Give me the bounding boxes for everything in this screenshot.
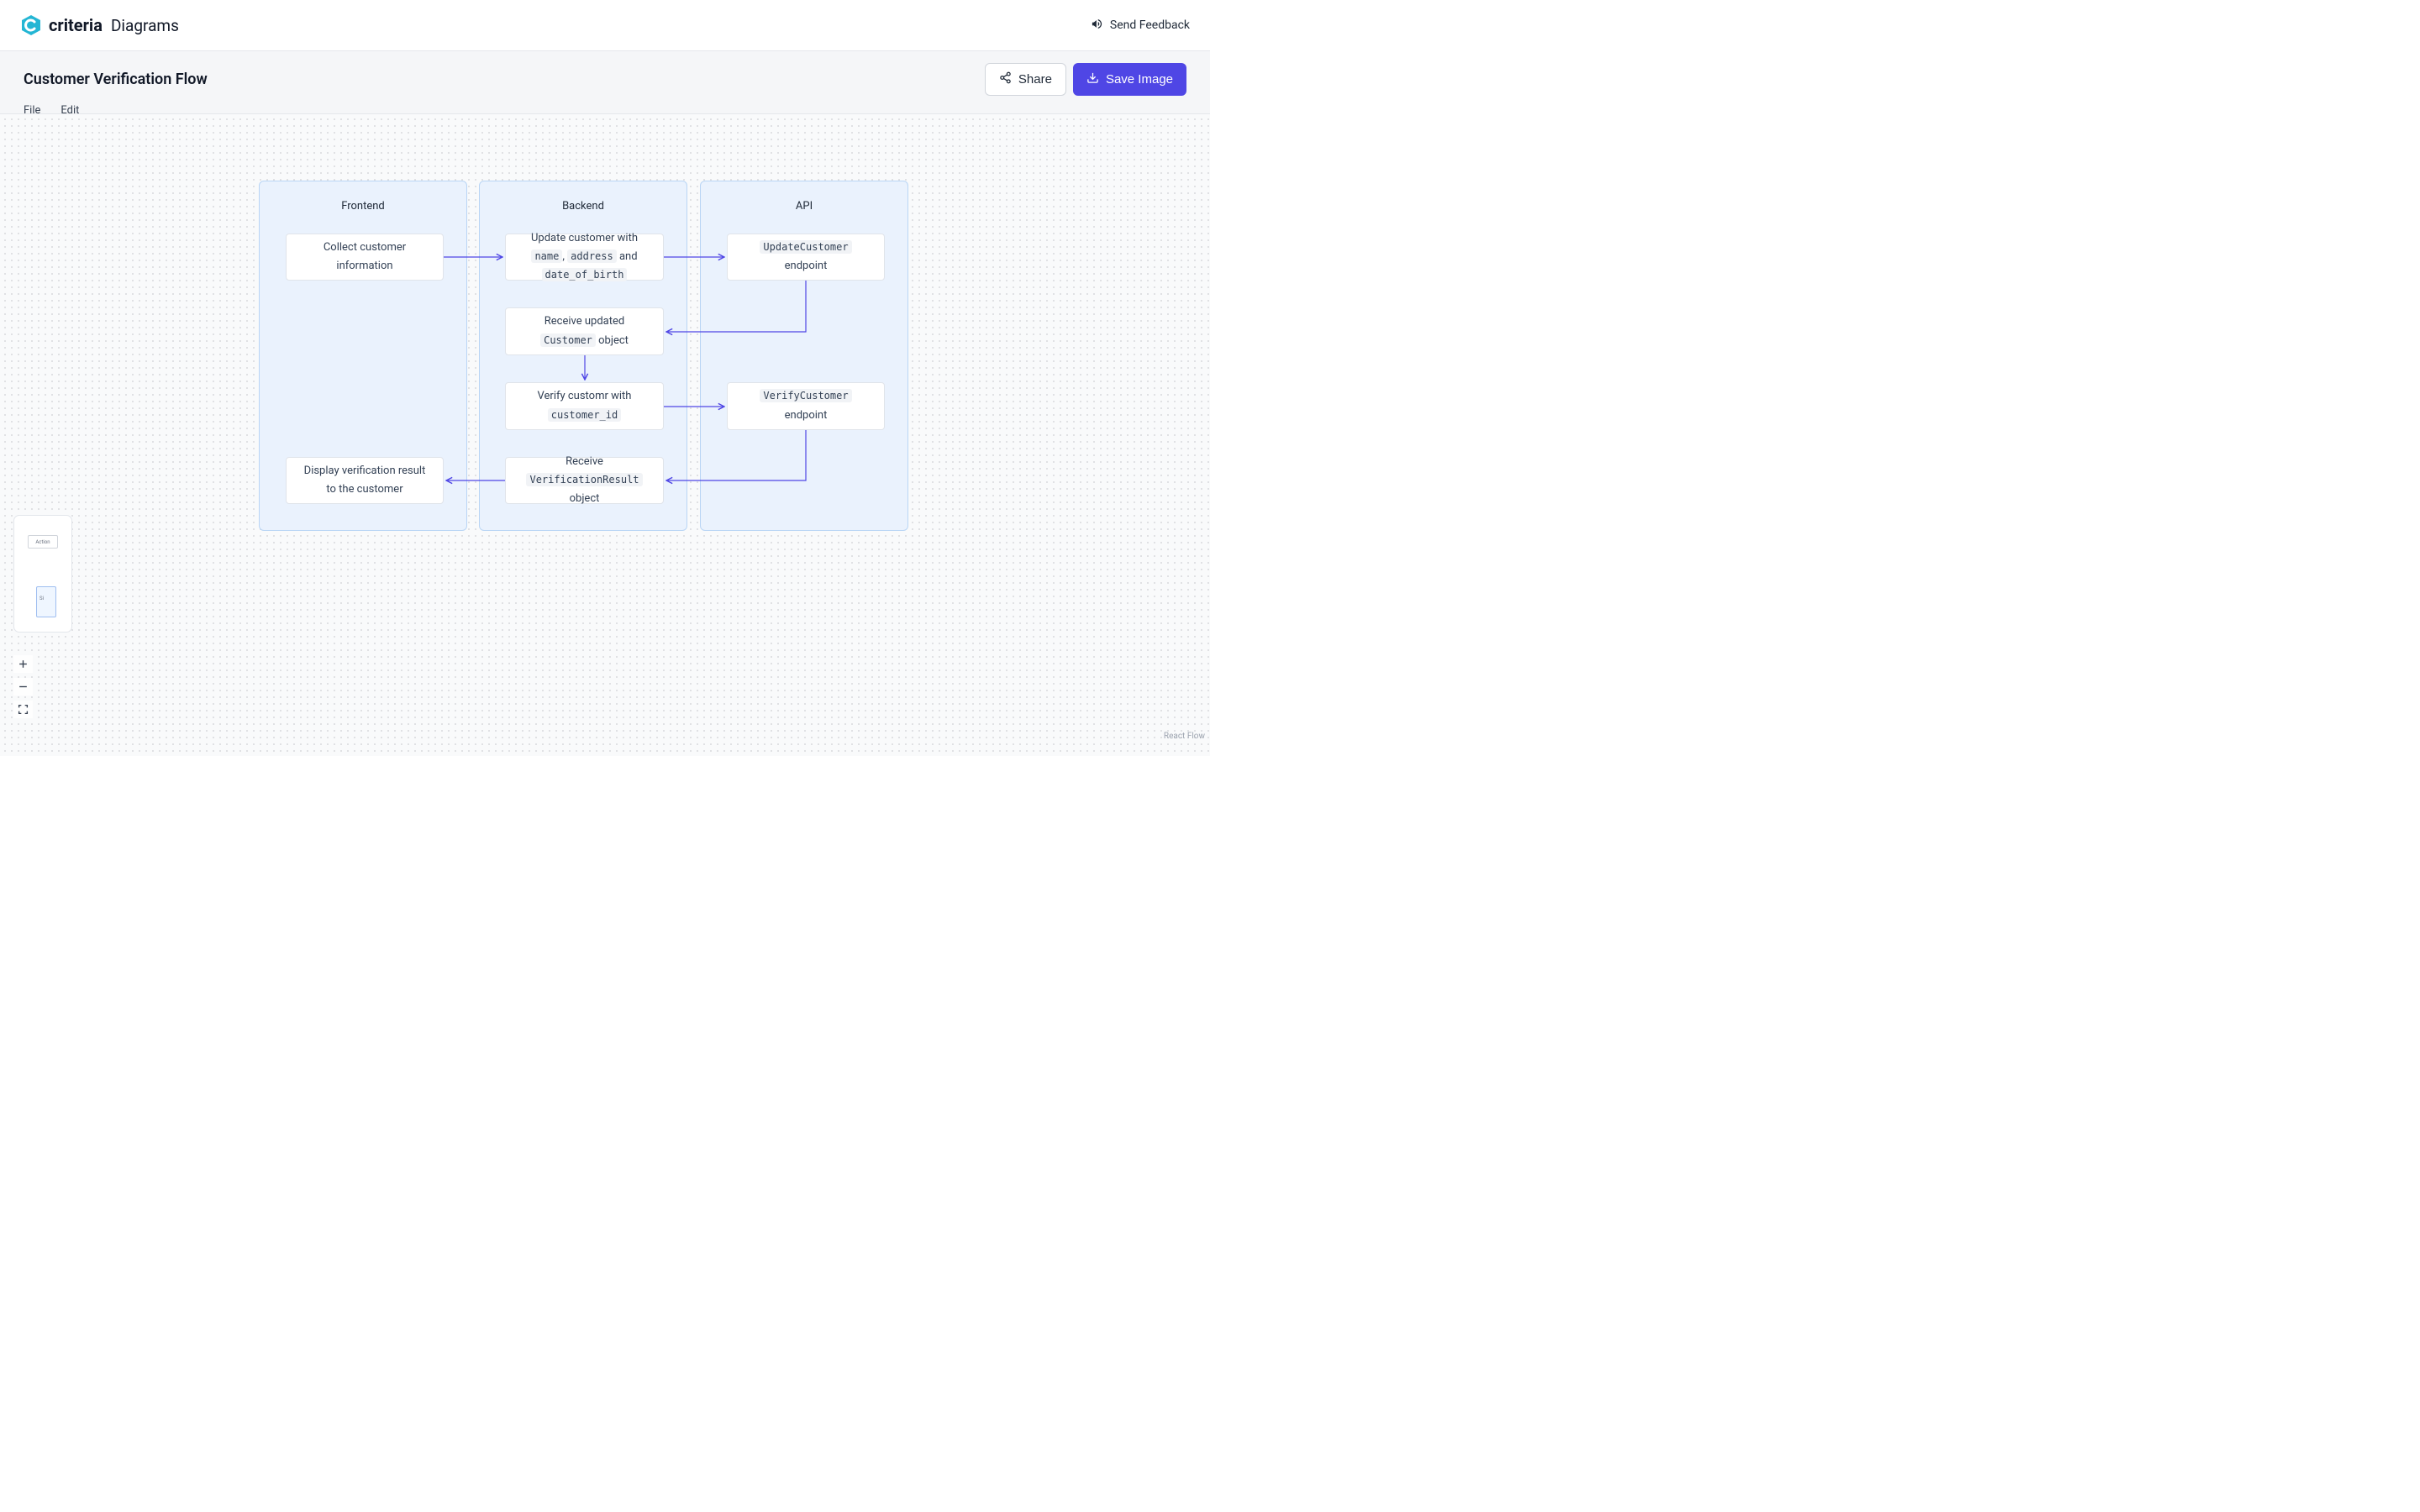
node-endpoint-update[interactable]: UpdateCustomer endpoint [727,234,885,281]
node-display[interactable]: Display verification result to the custo… [286,457,444,504]
node-update-text: Update customer with name, address and d… [518,229,651,285]
node-receive-customer[interactable]: Receive updated Customer object [505,307,664,355]
node-endpoint-update-text: UpdateCustomer endpoint [739,239,872,276]
save-label: Save Image [1106,72,1173,87]
node-receive-customer-text: Receive updated Customer object [518,312,651,349]
share-icon [999,71,1012,87]
diagram-title: Customer Verification Flow [24,71,208,88]
feedback-label: Send Feedback [1110,18,1190,32]
brand-name: criteria [49,15,103,35]
reactflow-attribution[interactable]: React Flow [1164,732,1205,741]
lane-backend-title: Backend [480,181,687,213]
share-button[interactable]: Share [985,63,1066,96]
node-receive-result-text: Receive VerificationResult object [518,453,651,508]
diagram-canvas[interactable]: Frontend Backend API Collect customer in… [0,114,1210,756]
node-collect[interactable]: Collect customer information [286,234,444,281]
save-image-button[interactable]: Save Image [1073,63,1186,96]
node-verify[interactable]: Verify customr with customer_id [505,382,664,430]
node-update[interactable]: Update customer with name, address and d… [505,234,664,281]
logo-icon [20,14,42,36]
share-label: Share [1018,72,1052,87]
app-header: criteria Diagrams Send Feedback [0,0,1210,51]
logo-group[interactable]: criteria Diagrams [20,14,179,36]
toolbar: Customer Verification Flow Share Save Im… [0,51,1210,114]
node-endpoint-verify[interactable]: VerifyCustomer endpoint [727,382,885,430]
minimap[interactable]: Action Si [13,515,72,633]
minimap-viewport: Si [36,586,56,617]
zoom-in-button[interactable] [13,655,33,673]
node-endpoint-verify-text: VerifyCustomer endpoint [739,387,872,424]
lane-frontend-title: Frontend [260,181,466,213]
megaphone-icon [1091,18,1103,34]
minimap-node-action: Action [28,535,58,549]
minimap-node-si: Si [39,596,44,601]
zoom-out-button[interactable] [13,678,33,696]
download-icon [1086,71,1099,87]
node-receive-result[interactable]: Receive VerificationResult object [505,457,664,504]
zoom-controls [13,655,33,718]
node-collect-text: Collect customer information [298,239,431,276]
lane-api-title: API [701,181,908,213]
send-feedback-button[interactable]: Send Feedback [1091,18,1190,34]
fit-view-button[interactable] [13,701,33,718]
node-verify-text: Verify customr with customer_id [518,387,651,424]
product-name: Diagrams [111,16,179,35]
node-display-text: Display verification result to the custo… [298,462,431,499]
